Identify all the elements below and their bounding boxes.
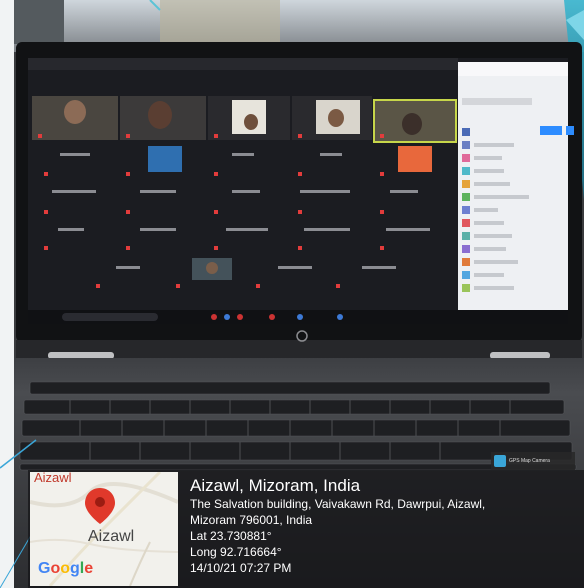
- location-title: Aizawl, Mizoram, India: [190, 476, 361, 495]
- map-city-label-top: Aizawl: [34, 472, 72, 485]
- datetime: 14/10/21 07:27 PM: [190, 561, 292, 575]
- google-logo: Google: [38, 560, 94, 577]
- location-info: Aizawl, Mizoram, India The Salvation bui…: [190, 476, 575, 576]
- address-line-1: The Salvation building, Vaivakawn Rd, Da…: [190, 497, 486, 511]
- map-city-label: Aizawl: [88, 528, 135, 545]
- map-thumbnail: Aizawl Aizawl Google: [30, 472, 178, 586]
- gps-app-label: GPS Map Camera: [509, 458, 550, 464]
- gps-app-badge: GPS Map Camera: [491, 452, 575, 470]
- latitude: Lat 23.730881°: [190, 529, 272, 543]
- longitude: Long 92.716664°: [190, 545, 282, 559]
- address-line-2: Mizoram 796001, India: [190, 513, 313, 527]
- camera-map-icon: [494, 455, 506, 467]
